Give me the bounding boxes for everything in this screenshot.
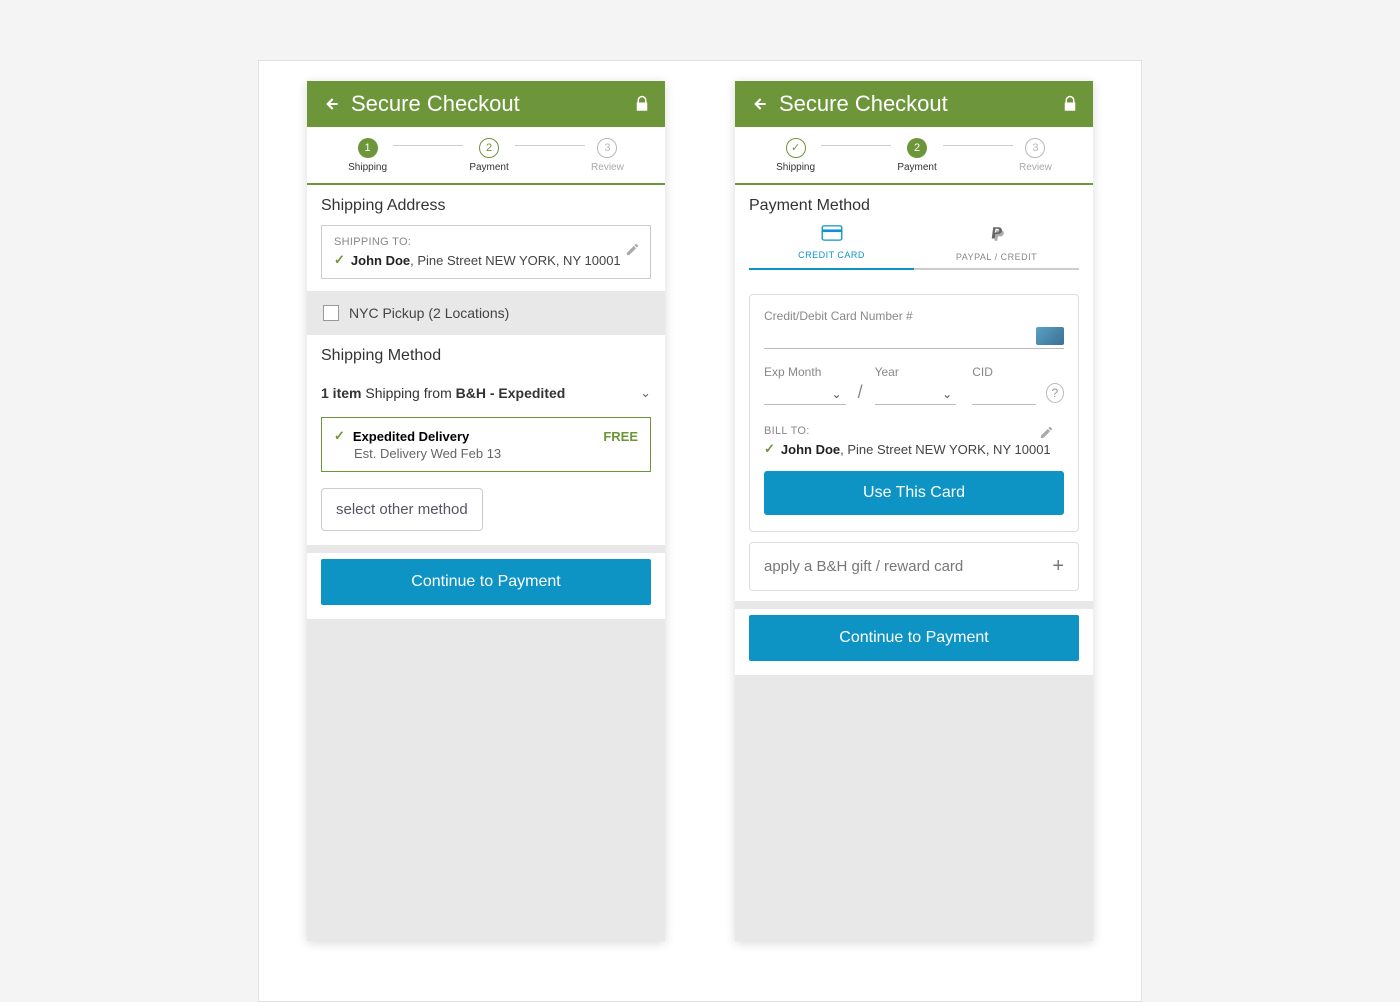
shipping-method-section: Shipping Method 1 item Shipping from B&H… [307, 335, 665, 545]
card-number-input[interactable] [764, 323, 1064, 349]
step-number-icon: 3 [597, 138, 617, 158]
tab-paypal[interactable]: PAYPAL / CREDIT [914, 225, 1079, 270]
checkout-shipping-screen: Secure Checkout 1 Shipping 2 Payment 3 R… [307, 81, 665, 941]
section-title: Shipping Method [307, 335, 665, 375]
step-payment[interactable]: 2 Payment [891, 138, 942, 173]
shipping-to-label: SHIPPING TO: [334, 236, 638, 248]
recipient-address: , Pine Street NEW YORK, NY 10001 [410, 253, 621, 268]
step-label: Payment [469, 162, 508, 173]
step-label: Review [1019, 162, 1052, 173]
step-complete-icon: ✓ [786, 138, 806, 158]
back-arrow-icon[interactable] [321, 94, 341, 114]
nyc-pickup-option[interactable]: NYC Pickup (2 Locations) [307, 291, 665, 335]
cid-help-icon[interactable]: ? [1046, 383, 1064, 403]
app-header: Secure Checkout [307, 81, 665, 127]
section-title: Payment Method [735, 185, 1093, 225]
edit-address-icon[interactable] [625, 242, 640, 262]
shipping-option-estimate: Est. Delivery Wed Feb 13 [354, 446, 638, 461]
app-header: Secure Checkout [735, 81, 1093, 127]
continue-section: Continue to Payment [735, 609, 1093, 675]
divider [307, 545, 665, 553]
exp-month-label: Exp Month [764, 365, 846, 379]
step-connector [507, 145, 597, 146]
credit-card-icon [821, 225, 843, 246]
divider [735, 601, 1093, 609]
step-label: Shipping [348, 162, 387, 173]
shipping-from-text: Shipping from [361, 385, 455, 401]
shipping-option-selected[interactable]: ✓ Expedited Delivery FREE Est. Delivery … [321, 417, 651, 472]
slash-divider: / [852, 382, 869, 405]
tab-credit-card[interactable]: CREDIT CARD [749, 225, 914, 270]
item-count: 1 item [321, 385, 361, 401]
pickup-label: NYC Pickup (2 Locations) [349, 305, 509, 321]
lock-icon [633, 95, 651, 113]
progress-steps: 1 Shipping 2 Payment 3 Review [307, 127, 665, 185]
bill-to-label: BILL TO: [764, 425, 1064, 437]
step-number-icon: 2 [479, 138, 499, 158]
continue-section: Continue to Payment [307, 553, 665, 619]
credit-card-form: Credit/Debit Card Number # Exp Month ⌄ /… [749, 294, 1079, 532]
carrier-name: B&H - Expedited [456, 385, 566, 401]
card-brand-icon [1036, 327, 1064, 345]
step-label: Review [591, 162, 624, 173]
edit-billing-icon[interactable] [1039, 425, 1054, 445]
checkmark-icon: ✓ [764, 441, 775, 457]
section-title: Shipping Address [307, 185, 665, 225]
step-payment[interactable]: 2 Payment [463, 138, 514, 173]
bill-to-address-line: ✓ John Doe, Pine Street NEW YORK, NY 100… [764, 441, 1064, 457]
step-number-icon: 1 [358, 138, 378, 158]
checkmark-icon: ✓ [334, 252, 345, 268]
checkbox-icon[interactable] [323, 305, 339, 321]
step-review: 3 Review [585, 138, 630, 173]
header-title: Secure Checkout [351, 91, 633, 117]
progress-steps: ✓ Shipping 2 Payment 3 Review [735, 127, 1093, 185]
recipient-name: John Doe [351, 253, 410, 268]
cid-label: CID [972, 365, 1035, 379]
cid-input[interactable] [972, 379, 1035, 405]
back-arrow-icon[interactable] [749, 94, 769, 114]
checkout-payment-screen: Secure Checkout ✓ Shipping 2 Payment 3 R… [735, 81, 1093, 941]
checkmark-icon: ✓ [334, 428, 345, 444]
card-number-label: Credit/Debit Card Number # [764, 309, 1064, 323]
lock-icon [1061, 95, 1079, 113]
continue-to-payment-button[interactable]: Continue to Payment [749, 615, 1079, 661]
exp-month-select[interactable] [764, 379, 846, 405]
step-number-icon: 3 [1025, 138, 1045, 158]
use-this-card-button[interactable]: Use This Card [764, 471, 1064, 515]
step-connector [935, 145, 1025, 146]
header-title: Secure Checkout [779, 91, 1061, 117]
continue-to-payment-button[interactable]: Continue to Payment [321, 559, 651, 605]
shipping-address-card[interactable]: SHIPPING TO: ✓ John Doe, Pine Street NEW… [321, 225, 651, 279]
chevron-down-icon: ⌄ [640, 385, 651, 401]
shipping-option-price: FREE [603, 429, 638, 444]
step-review: 3 Review [1013, 138, 1058, 173]
step-label: Payment [897, 162, 936, 173]
bill-address: , Pine Street NEW YORK, NY 10001 [840, 442, 1051, 457]
select-other-method-button[interactable]: select other method [321, 488, 483, 531]
apply-gift-card-row[interactable]: apply a B&H gift / reward card + [749, 542, 1079, 591]
step-label: Shipping [776, 162, 815, 173]
step-number-icon: 2 [907, 138, 927, 158]
plus-icon: + [1052, 555, 1064, 578]
paypal-icon [988, 225, 1006, 248]
tab-label: CREDIT CARD [798, 250, 865, 260]
exp-year-select[interactable] [875, 379, 957, 405]
payment-method-section: Payment Method CREDIT CARD PAYPAL / CRED… [735, 185, 1093, 601]
tab-label: PAYPAL / CREDIT [956, 252, 1037, 262]
shipping-address-section: Shipping Address SHIPPING TO: ✓ John Doe… [307, 185, 665, 291]
canvas: Secure Checkout 1 Shipping 2 Payment 3 R… [258, 60, 1142, 1002]
shipping-address-line: ✓ John Doe, Pine Street NEW YORK, NY 100… [334, 252, 638, 268]
step-shipping[interactable]: ✓ Shipping [770, 138, 821, 173]
bill-to-card[interactable]: BILL TO: ✓ John Doe, Pine Street NEW YOR… [764, 425, 1064, 457]
gift-card-label: apply a B&H gift / reward card [764, 558, 963, 575]
shipping-summary-row[interactable]: 1 item Shipping from B&H - Expedited ⌄ [307, 375, 665, 411]
payment-tabs: CREDIT CARD PAYPAL / CREDIT [749, 225, 1079, 270]
exp-year-label: Year [875, 365, 957, 379]
shipping-option-title: Expedited Delivery [353, 429, 469, 444]
step-shipping[interactable]: 1 Shipping [342, 138, 393, 173]
bill-name: John Doe [781, 442, 840, 457]
